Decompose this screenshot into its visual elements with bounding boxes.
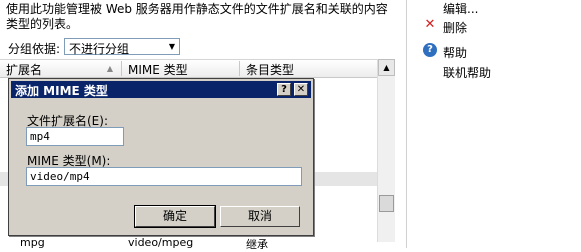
group-by-value: 不进行分组 [69,42,130,56]
scrollbar-thumb[interactable] [379,195,394,212]
cancel-button[interactable]: 取消 [220,206,300,227]
action-edit[interactable]: 编辑... [443,0,478,17]
ok-button[interactable]: 确定 [134,205,216,228]
extension-input[interactable]: mp4 [26,127,124,146]
page-description: 使用此功能管理被 Web 服务器用作静态文件的文件扩展名和关联的内容 类型的列表… [6,2,388,31]
list-header: 扩展名 ▲ MIME 类型 条目类型 [0,59,377,78]
column-header-mime-type[interactable]: MIME 类型 [122,61,240,77]
dialog-titlebar[interactable]: 添加 MIME 类型 ? ✕ [11,81,311,98]
dialog-title: 添加 MIME 类型 [15,84,108,98]
group-by-bar: 分组依据: 不进行分组 ▼ [0,36,396,58]
cell-mime-type: video/mpeg [128,236,194,249]
group-by-label: 分组依据: [8,42,61,56]
action-online-help[interactable]: 联机帮助 [443,64,491,81]
add-mime-type-dialog: 添加 MIME 类型 ? ✕ 文件扩展名(E): mp4 MIME 类型(M):… [8,78,314,236]
mime-type-input[interactable]: video/mp4 [26,167,302,186]
red-x-icon: ✕ [424,17,436,32]
chevron-down-icon: ▼ [168,42,176,51]
close-button[interactable]: ✕ [294,83,308,96]
cell-entry-type: 继承 [246,238,268,251]
action-help[interactable]: 帮助 [443,44,467,61]
cell-extension: mpg [20,236,45,249]
action-delete[interactable]: 删除 [443,19,467,36]
column-header-entry-type[interactable]: 条目类型 [240,61,377,77]
vertical-scrollbar[interactable]: ▲ [377,59,395,242]
sort-ascending-icon: ▲ [106,64,113,73]
scroll-up-icon[interactable]: ▲ [378,59,395,76]
actions-pane: 编辑... ✕ 删除 ? 帮助 联机帮助 [406,0,581,248]
column-header-extension[interactable]: 扩展名 ▲ [0,61,122,77]
group-by-select[interactable]: 不进行分组 ▼ [64,38,180,56]
help-circle-icon: ? [423,43,437,57]
help-button[interactable]: ? [277,83,291,96]
